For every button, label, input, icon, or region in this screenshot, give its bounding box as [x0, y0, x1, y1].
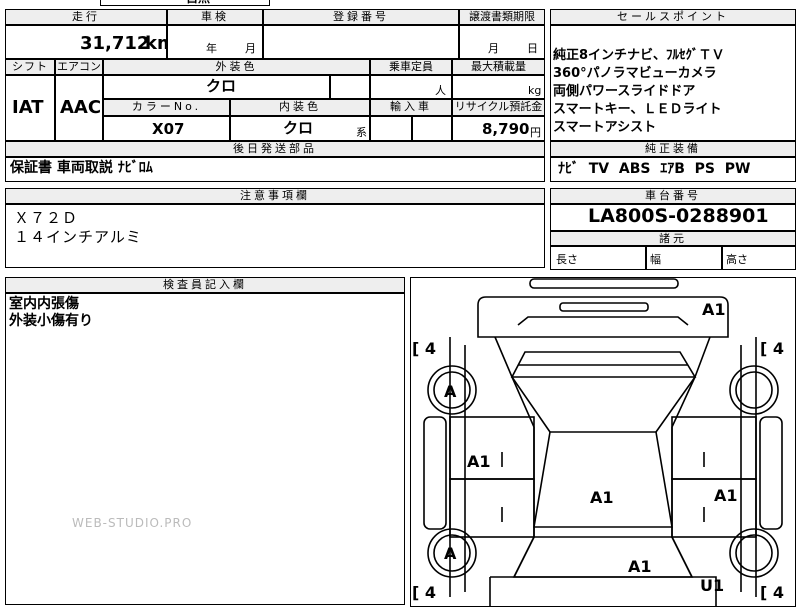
sales-point-line: スマートアシスト	[553, 120, 657, 135]
max-load-label: 最大積載量	[452, 59, 545, 75]
watermark: WEB-STUDIO.PRO	[72, 516, 193, 530]
interior-color-label: 内装色	[230, 99, 370, 116]
chassis-label: 車台番号	[550, 188, 796, 204]
import-cell-b	[412, 116, 452, 141]
grille	[517, 316, 689, 326]
shift-label: シフト	[5, 59, 55, 75]
notes-line: Ｘ７２Ｄ	[14, 209, 79, 227]
transfer-deadline-label: 譲渡書類期限	[459, 9, 545, 25]
mileage-value: 31,712	[80, 33, 150, 54]
rear-parts-label: 後日発送部品	[5, 141, 545, 157]
tire-mark-rear-left: [ 4	[412, 583, 436, 602]
interior-color-value: クロ	[283, 119, 314, 137]
car-diagram: [ 4 [ 4 [ 4 [ 4 A1 A A A1 A1 A1 A1 U1	[412, 278, 784, 607]
color-no-label: カラーNo.	[103, 99, 230, 116]
front-right-wheel	[729, 365, 779, 415]
shaken-year: 年	[206, 42, 217, 55]
damage-rear-left-wheel: A	[444, 544, 457, 563]
sales-point-line: 純正8インチナビ、ﾌﾙｾｸﾞＴＶ	[553, 48, 725, 63]
tire-mark-rear-right: [ 4	[760, 583, 784, 602]
a-pillars	[511, 376, 696, 433]
shift-value: IAT	[12, 97, 44, 118]
exterior-color-aux-cell	[330, 75, 370, 99]
transfer-day: 日	[527, 42, 538, 55]
capacity-unit: 人	[435, 84, 446, 97]
front-bumper	[529, 278, 679, 289]
cabin-right	[671, 376, 696, 578]
left-rear-door	[449, 478, 535, 538]
color-no-value: X07	[152, 120, 185, 138]
damage-left-door: A1	[467, 452, 491, 471]
notes-label: 注意事項欄	[5, 188, 545, 204]
inspector-label: 検査員記入欄	[5, 277, 405, 293]
inspector-cell: 室内内張傷 外装小傷有り	[5, 293, 405, 605]
import-label: 輸入車	[370, 99, 452, 116]
grille-slot	[559, 302, 649, 312]
sales-point-line: 360°パノラマビューカメラ	[553, 66, 717, 81]
notes-line: １４インチアルミ	[14, 228, 142, 246]
reg-no-cell	[263, 25, 459, 59]
exterior-color-value: クロ	[206, 77, 237, 95]
damage-front-left-wheel: A	[444, 382, 457, 401]
right-front-door	[671, 416, 757, 480]
import-cell-a	[370, 116, 412, 141]
reg-no-label: 登録番号	[263, 9, 459, 25]
top-fragment-text: 自然	[186, 0, 210, 4]
cabin-left	[511, 376, 535, 578]
damage-rear: A1	[628, 557, 652, 576]
capacity-label: 乗車定員	[370, 59, 452, 75]
mileage-label: 走行	[5, 9, 167, 25]
sales-point-label: セールスポイント	[550, 9, 796, 25]
damage-right-door: A1	[714, 486, 738, 505]
aircon-label: エアコン	[55, 59, 103, 75]
dimension-length-label: 長さ	[556, 253, 578, 266]
notes-cell: Ｘ７２Ｄ １４インチアルミ	[5, 204, 545, 268]
right-sill	[759, 416, 783, 530]
shaken-month: 月	[245, 42, 256, 55]
aircon-value: AAC	[60, 97, 102, 118]
rear-hatch	[489, 576, 717, 607]
rear-window	[512, 536, 694, 578]
inspector-note: 外装小傷有り	[9, 313, 93, 329]
tire-mark-front-left: [ 4	[412, 339, 436, 358]
tire-mark-front-right: [ 4	[760, 339, 784, 358]
dimensions-label: 諸元	[550, 231, 796, 246]
left-front-door	[449, 416, 535, 480]
top-fragment-cell	[100, 0, 270, 6]
chassis-value: LA800S-0288901	[588, 205, 769, 227]
sales-point-line: スマートキー、ＬＥＤライト	[553, 102, 722, 117]
dimension-width-label: 幅	[650, 253, 661, 266]
exterior-color-label: 外装色	[103, 59, 370, 75]
roof	[533, 431, 673, 528]
interior-color-suffix: 系	[356, 126, 367, 139]
sales-point-box: 純正8インチナビ、ﾌﾙｾｸﾞＴＶ 360°パノラマビューカメラ 両側パワースライ…	[550, 25, 796, 141]
inspector-note: 室内内張傷	[9, 296, 79, 312]
left-sill	[423, 416, 447, 530]
damage-roof: A1	[590, 488, 614, 507]
recycle-label: リサイクル預託金	[452, 99, 545, 116]
shaken-label: 車検	[167, 9, 263, 25]
sales-point-line: 両側パワースライドドア	[553, 84, 696, 99]
dimension-height-label: 高さ	[726, 253, 748, 266]
transfer-month: 月	[488, 42, 499, 55]
rear-parts-value: 保証書 車両取説 ﾅﾋﾞﾛﾑ	[10, 160, 153, 176]
equipment-label: 純正装備	[550, 141, 796, 157]
recycle-value: 8,790	[482, 120, 530, 138]
max-load-unit: kg	[528, 84, 542, 97]
recycle-unit: 円	[530, 126, 541, 139]
hood-edges	[494, 336, 711, 378]
damage-front-right: A1	[702, 300, 726, 319]
damage-rear-right: U1	[700, 576, 724, 595]
car-diagram-box: [ 4 [ 4 [ 4 [ 4 A1 A A A1 A1 A1 A1 U1	[410, 277, 796, 607]
equipment-value: ﾅﾋﾞ TV ABS ｴｱB PS PW	[558, 161, 751, 177]
